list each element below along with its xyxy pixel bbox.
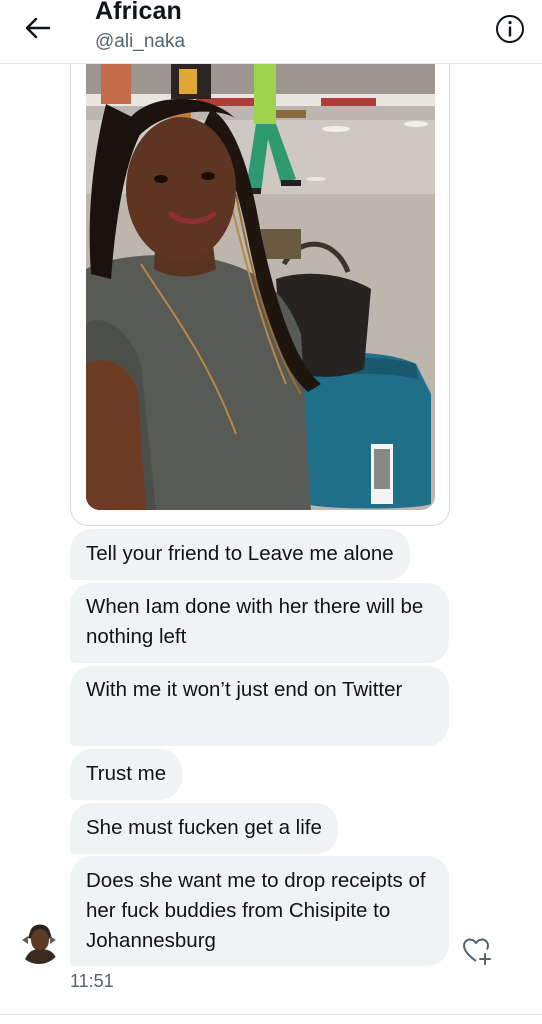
message-timestamp: 11:51: [70, 971, 114, 991]
message-bubble[interactable]: When Iam done with her there will be not…: [70, 583, 449, 663]
sender-avatar[interactable]: [16, 918, 62, 964]
avatar-image: [16, 918, 62, 964]
back-button[interactable]: [18, 10, 58, 46]
message-bubble[interactable]: Tell your friend to Leave me alone: [70, 529, 410, 580]
conversation-header: African @ali_naka: [0, 0, 542, 64]
media-message[interactable]: [70, 64, 450, 526]
message-bubble[interactable]: She must fucken get a life: [70, 803, 338, 854]
info-button[interactable]: [493, 12, 527, 46]
message-bubble[interactable]: With me it won’t just end on Twitter: [70, 666, 449, 746]
conversation-title: African: [95, 0, 182, 25]
message-bubble[interactable]: Trust me: [70, 749, 183, 800]
message-bubble[interactable]: Does she want me to drop receipts of her…: [70, 856, 449, 966]
info-circle-icon: [496, 15, 524, 43]
arrow-left-icon: [25, 17, 51, 39]
heart-plus-icon: [463, 938, 491, 965]
react-button[interactable]: [458, 934, 496, 968]
shared-photo[interactable]: [86, 64, 435, 510]
conversation-handle: @ali_naka: [95, 31, 186, 52]
photo-illustration: [86, 64, 435, 510]
divider: [0, 1014, 542, 1015]
